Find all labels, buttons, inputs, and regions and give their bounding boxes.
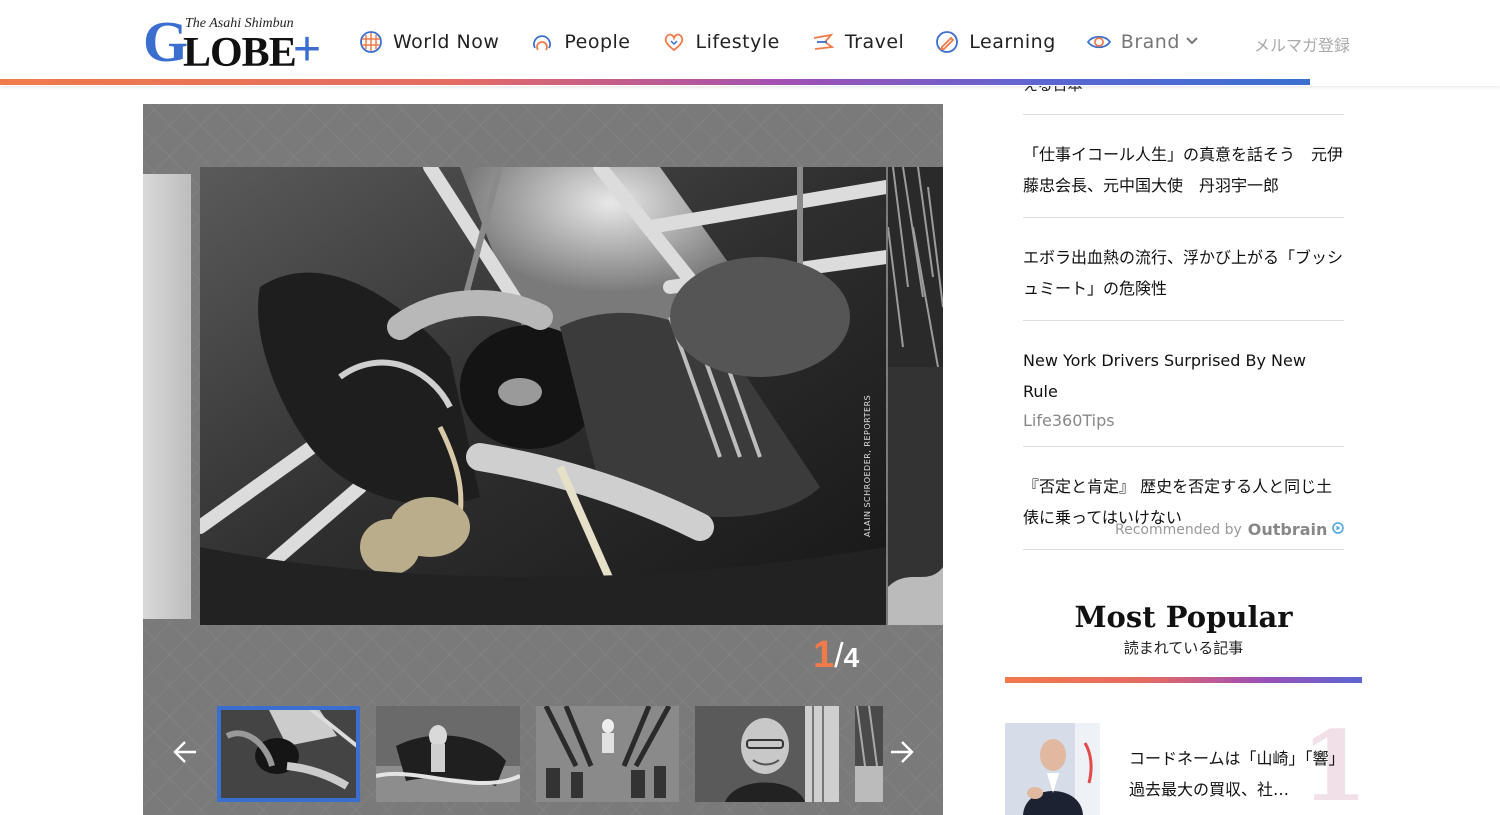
pencil-icon [934,29,960,55]
nav-item-people[interactable]: People [529,29,630,55]
nav-label: Lifestyle [695,31,780,53]
recommended-by-label: Recommended by [1115,521,1242,538]
thumbnail-2[interactable] [376,706,520,802]
next-arrow-button[interactable] [883,734,919,770]
recommended-item[interactable]: エボラ出血熱の流行、浮かび上がる「ブッシュミート」の危険性 [1023,217,1344,320]
nav-label: Learning [969,31,1056,53]
newsletter-signup-link[interactable]: メルマガ登録 [1254,32,1350,56]
recommended-title: エボラ出血熱の流行、浮かび上がる「ブッシュミート」の危険性 [1023,248,1344,298]
photo-credit: ALAIN SCHROEDER, REPORTERS [863,394,872,537]
chevron-down-icon [1186,34,1198,50]
sponsor-source: Life360Tips [1023,411,1115,430]
thumbnail-4[interactable] [695,706,839,802]
recommended-title: 「仕事イコール人生」の真意を話そう 元伊藤忠会長、元中国大使 丹羽宇一郎 [1023,145,1344,195]
previous-slide-peek[interactable] [143,174,191,619]
globe-icon [358,29,384,55]
popular-article-title: コードネームは「山崎」「響」 過去最大の買収、社… [1129,749,1353,799]
arrow-left-icon [173,741,196,763]
header-gradient-bar [0,79,1310,85]
eye-icon [1086,29,1112,55]
thumbnail-1[interactable] [217,706,360,802]
popular-article-item[interactable]: 1 コードネームは「山崎」「響」 過去最大の買収、社… [1005,717,1368,815]
slide-counter: 1/4 [813,634,859,677]
nav-label: World Now [393,31,500,53]
most-popular-gradient-bar [1005,677,1362,683]
recommended-list: 「仕事イコール人生」の真意を話そう 元伊藤忠会長、元中国大使 丹羽宇一郎 エボラ… [1023,114,1344,550]
nav-label: Brand [1120,31,1180,53]
logo-wordmark: LOBE [183,30,297,76]
main-gallery-photo[interactable]: ALAIN SCHROEDER, REPORTERS [200,167,886,625]
nav-label: People [564,31,631,53]
nav-item-lifestyle[interactable]: Lifestyle [661,29,780,55]
arrow-right-icon [891,741,914,763]
thumbnail-3[interactable] [536,706,679,802]
thumbnail-strip [217,706,883,802]
nav-item-travel[interactable]: Travel [810,29,904,55]
nav-item-learning[interactable]: Learning [934,29,1056,55]
heart-icon [661,29,687,55]
recommended-title: New York Drivers Surprised By New Rule [1023,351,1306,401]
logo-plus: + [293,23,322,76]
photo-gallery: ALAIN SCHROEDER, REPORTERS 1/4 [143,104,943,815]
current-slide-number: 1 [813,634,835,676]
logo-letter-g: G [143,9,189,74]
nav-item-world-now[interactable]: World Now [358,29,499,55]
counter-separator: / [834,637,844,675]
thumbnail-5[interactable] [855,706,883,802]
nav-item-brand[interactable]: Brand [1086,29,1198,55]
plane-icon [810,29,836,55]
nav-label: Travel [844,31,905,53]
next-slide-peek[interactable] [888,167,943,625]
people-icon [529,29,555,55]
previous-arrow-button[interactable] [168,734,204,770]
outbrain-logo: Outbrain [1247,520,1328,539]
most-popular-heading: Most Popular [1074,600,1293,634]
popular-article-thumbnail [1005,723,1100,815]
outbrain-attribution[interactable]: Recommended by Outbrain [1115,520,1345,539]
recommended-item[interactable]: 「仕事イコール人生」の真意を話そう 元伊藤忠会長、元中国大使 丹羽宇一郎 [1023,114,1344,217]
most-popular-subheading: 読まれている記事 [1123,639,1244,657]
total-slide-count: 4 [843,642,860,673]
main-nav: World Now People Lifestyle Travel Learni… [358,24,1228,60]
ad-choices-icon [1332,521,1345,538]
site-header: G The Asahi Shimbun LOBE + World Now Peo… [0,0,1500,86]
sponsored-item[interactable]: New York Drivers Surprised By New Rule L… [1023,320,1344,446]
globe-plus-logo[interactable]: G The Asahi Shimbun LOBE + [143,9,328,76]
